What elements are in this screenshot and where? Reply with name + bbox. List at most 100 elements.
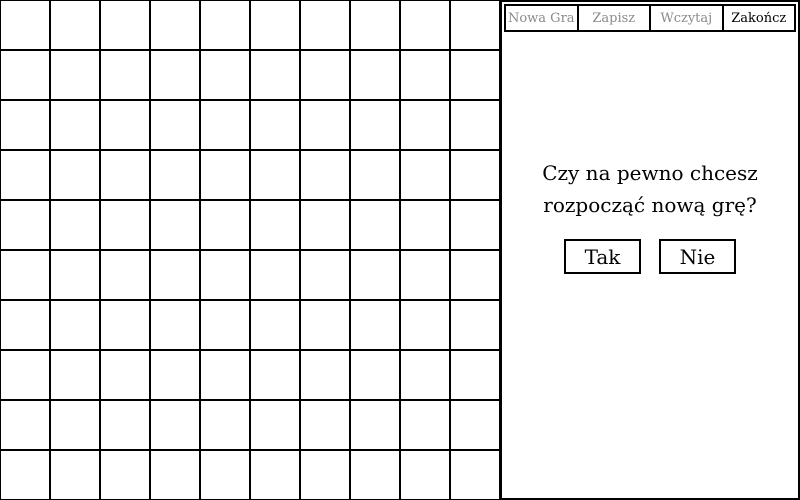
board-cell[interactable]	[300, 400, 350, 450]
board-cell[interactable]	[150, 450, 200, 500]
board-cell[interactable]	[200, 100, 250, 150]
board-cell[interactable]	[150, 350, 200, 400]
board-cell[interactable]	[0, 0, 50, 50]
board-cell[interactable]	[50, 350, 100, 400]
board-cell[interactable]	[250, 0, 300, 50]
board-cell[interactable]	[300, 450, 350, 500]
board-cell[interactable]	[200, 300, 250, 350]
board-cell[interactable]	[100, 50, 150, 100]
board-cell[interactable]	[0, 50, 50, 100]
load-button[interactable]: Wczytaj	[651, 6, 724, 30]
board-cell[interactable]	[200, 250, 250, 300]
board-cell[interactable]	[150, 100, 200, 150]
new-game-button[interactable]: Nowa Gra	[506, 6, 579, 30]
board-cell[interactable]	[300, 200, 350, 250]
board-cell[interactable]	[250, 250, 300, 300]
board-cell[interactable]	[350, 250, 400, 300]
board-cell[interactable]	[400, 100, 450, 150]
board-cell[interactable]	[50, 200, 100, 250]
board-cell[interactable]	[100, 100, 150, 150]
board-cell[interactable]	[250, 450, 300, 500]
board-cell[interactable]	[300, 0, 350, 50]
board-cell[interactable]	[150, 150, 200, 200]
board-cell[interactable]	[400, 450, 450, 500]
save-button[interactable]: Zapisz	[579, 6, 651, 30]
board-cell[interactable]	[200, 150, 250, 200]
board-cell[interactable]	[150, 250, 200, 300]
board-cell[interactable]	[50, 150, 100, 200]
board-cell[interactable]	[450, 0, 500, 50]
board-cell[interactable]	[50, 100, 100, 150]
board-cell[interactable]	[300, 250, 350, 300]
quit-button[interactable]: Zakończ	[724, 6, 795, 30]
board-cell[interactable]	[450, 150, 500, 200]
board-cell[interactable]	[450, 300, 500, 350]
board-cell[interactable]	[400, 400, 450, 450]
board-cell[interactable]	[100, 350, 150, 400]
board-cell[interactable]	[150, 400, 200, 450]
board-cell[interactable]	[100, 150, 150, 200]
board-cell[interactable]	[300, 300, 350, 350]
board-cell[interactable]	[400, 150, 450, 200]
board-cell[interactable]	[200, 400, 250, 450]
board-cell[interactable]	[250, 50, 300, 100]
board-cell[interactable]	[50, 300, 100, 350]
board-cell[interactable]	[300, 350, 350, 400]
board-cell[interactable]	[250, 400, 300, 450]
board-cell[interactable]	[350, 400, 400, 450]
board-cell[interactable]	[400, 250, 450, 300]
board-cell[interactable]	[200, 0, 250, 50]
board-cell[interactable]	[100, 0, 150, 50]
board-cell[interactable]	[50, 450, 100, 500]
board-cell[interactable]	[400, 200, 450, 250]
board-cell[interactable]	[0, 450, 50, 500]
board-cell[interactable]	[100, 450, 150, 500]
board-cell[interactable]	[200, 450, 250, 500]
board-cell[interactable]	[450, 450, 500, 500]
board-cell[interactable]	[200, 350, 250, 400]
board-cell[interactable]	[150, 0, 200, 50]
board-cell[interactable]	[400, 0, 450, 50]
board-cell[interactable]	[350, 350, 400, 400]
board-cell[interactable]	[450, 350, 500, 400]
board-cell[interactable]	[300, 100, 350, 150]
board-cell[interactable]	[250, 300, 300, 350]
board-cell[interactable]	[250, 100, 300, 150]
board-cell[interactable]	[50, 400, 100, 450]
yes-button[interactable]: Tak	[564, 239, 641, 274]
board-cell[interactable]	[400, 300, 450, 350]
board-cell[interactable]	[100, 400, 150, 450]
board-cell[interactable]	[150, 200, 200, 250]
board-cell[interactable]	[100, 300, 150, 350]
board-cell[interactable]	[50, 0, 100, 50]
board-cell[interactable]	[100, 250, 150, 300]
board-cell[interactable]	[450, 250, 500, 300]
board-cell[interactable]	[200, 200, 250, 250]
board-cell[interactable]	[300, 50, 350, 100]
board-cell[interactable]	[450, 50, 500, 100]
board-cell[interactable]	[300, 150, 350, 200]
board-cell[interactable]	[350, 0, 400, 50]
board-cell[interactable]	[150, 50, 200, 100]
board-cell[interactable]	[450, 400, 500, 450]
board-cell[interactable]	[0, 200, 50, 250]
board-cell[interactable]	[100, 200, 150, 250]
board-cell[interactable]	[250, 200, 300, 250]
no-button[interactable]: Nie	[659, 239, 736, 274]
board-cell[interactable]	[0, 250, 50, 300]
board-cell[interactable]	[50, 50, 100, 100]
board-cell[interactable]	[350, 50, 400, 100]
board-cell[interactable]	[0, 350, 50, 400]
board-cell[interactable]	[50, 250, 100, 300]
board-cell[interactable]	[350, 200, 400, 250]
board-cell[interactable]	[200, 50, 250, 100]
board-cell[interactable]	[0, 400, 50, 450]
board-cell[interactable]	[400, 50, 450, 100]
board-cell[interactable]	[350, 150, 400, 200]
board-cell[interactable]	[0, 300, 50, 350]
board-cell[interactable]	[0, 150, 50, 200]
board-cell[interactable]	[350, 450, 400, 500]
board-cell[interactable]	[450, 200, 500, 250]
board-cell[interactable]	[250, 150, 300, 200]
board-cell[interactable]	[250, 350, 300, 400]
